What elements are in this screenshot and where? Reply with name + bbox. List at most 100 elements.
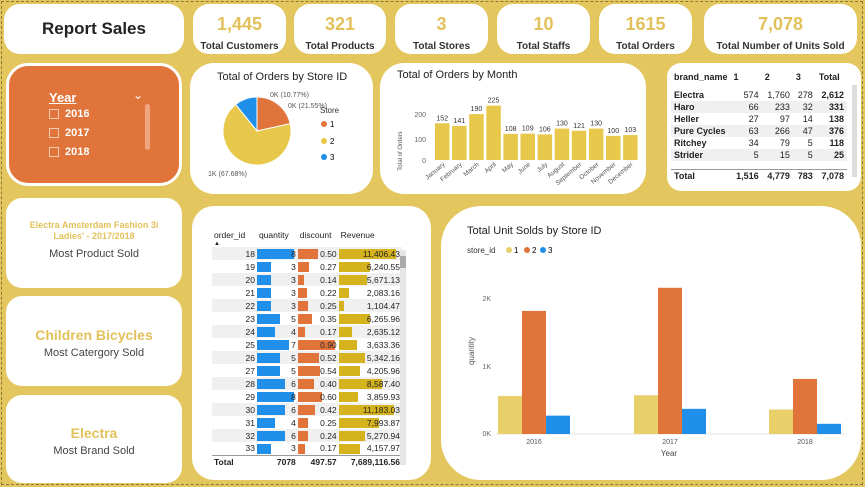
table-cell: 2,083.16 xyxy=(338,286,402,299)
column-header[interactable]: 2 xyxy=(762,71,793,83)
data-bar xyxy=(256,405,285,415)
table-row[interactable]: Strider 5 15 5 25 xyxy=(671,149,847,161)
bar[interactable] xyxy=(498,395,522,434)
brand-cell: Strider xyxy=(674,150,704,160)
cell-value: 3,859.93 xyxy=(366,391,400,402)
cell-value: 0.17 xyxy=(320,443,337,454)
bar[interactable] xyxy=(588,128,604,160)
table-row[interactable]: Ritchey 34 79 5 118 xyxy=(671,137,847,149)
bar[interactable] xyxy=(520,133,536,160)
column-header[interactable]: 1 xyxy=(731,71,762,83)
kpi-label: Total Staffs xyxy=(516,41,571,52)
bar[interactable] xyxy=(486,105,501,160)
table-row[interactable]: 23 5 0.35 6,265.96 xyxy=(212,312,402,325)
table-cell: 33 xyxy=(212,442,257,455)
brand-cell: Ritchey xyxy=(674,138,707,148)
most-brand-label: Most Brand Sold xyxy=(53,445,135,457)
x-tick: 2017 xyxy=(662,439,678,446)
table-row[interactable]: Pure Cycles 63 266 47 376 xyxy=(671,125,847,137)
table-cell: 3 xyxy=(256,260,298,273)
table-cell: 5,270.94 xyxy=(338,429,402,442)
bar[interactable] xyxy=(503,133,518,160)
scrollbar[interactable] xyxy=(400,250,406,465)
bar[interactable] xyxy=(554,128,570,160)
column-header[interactable]: brand_name xyxy=(671,71,731,83)
bar[interactable] xyxy=(452,125,467,160)
table-row[interactable]: 28 6 0.40 8,587.40 xyxy=(212,377,402,390)
scrollbar[interactable] xyxy=(852,85,857,177)
cell-value: 8,587.40 xyxy=(366,378,400,389)
data-bar xyxy=(256,301,271,311)
data-bar xyxy=(297,314,313,324)
table-row[interactable]: Haro 66 233 32 331 xyxy=(671,101,847,113)
table-cell: 63 xyxy=(748,126,759,136)
bar[interactable] xyxy=(546,415,570,434)
checkbox[interactable] xyxy=(49,109,59,119)
table-cell: 138 xyxy=(828,114,844,124)
cell-value: 0.25 xyxy=(320,300,337,311)
cell-value: 32 xyxy=(245,430,255,441)
data-bar xyxy=(297,444,305,454)
slicer-item-2016[interactable]: 2016 xyxy=(49,108,89,120)
table-row[interactable]: 24 4 0.17 2,635.12 xyxy=(212,325,402,338)
column-header[interactable]: Total xyxy=(816,71,847,83)
table-row[interactable]: 19 3 0.27 6,240.55 xyxy=(212,260,402,273)
table-row[interactable]: 20 3 0.14 5,671.13 xyxy=(212,273,402,286)
table-cell: 0.27 xyxy=(297,260,339,273)
bar[interactable] xyxy=(435,123,450,160)
column-header[interactable]: quantity xyxy=(257,228,298,241)
bar[interactable] xyxy=(658,287,682,434)
column-header[interactable]: order_id xyxy=(212,228,257,241)
column-header[interactable]: Revenue xyxy=(339,228,402,241)
order-table: order_id quantity discount Revenue ▲ 18 8… xyxy=(212,228,402,467)
scrollbar-thumb[interactable] xyxy=(400,256,406,268)
cell-value: 5,342.16 xyxy=(366,352,400,363)
chevron-down-icon[interactable]: ⌄ xyxy=(133,88,143,102)
table-row[interactable]: Electra 574 1,760 278 2,612 xyxy=(671,89,847,101)
table-cell: 5,671.13 xyxy=(338,273,402,286)
report-title-card: Report Sales xyxy=(4,4,184,54)
table-row[interactable]: Heller 27 97 14 138 xyxy=(671,113,847,125)
table-cell: 5 xyxy=(753,150,759,160)
table-row[interactable]: 21 3 0.22 2,083.16 xyxy=(212,286,402,299)
table-cell: 32 xyxy=(212,429,257,442)
data-bar xyxy=(297,249,319,259)
table-cell: 3,859.93 xyxy=(338,390,402,403)
table-row[interactable]: 25 7 0.90 3,633.36 xyxy=(212,338,402,351)
table-cell: 24 xyxy=(212,325,257,338)
bar[interactable] xyxy=(522,310,546,434)
bar[interactable] xyxy=(793,378,817,434)
bar[interactable] xyxy=(606,135,621,160)
cell-value: 5 xyxy=(291,365,296,376)
bar[interactable] xyxy=(571,130,587,160)
bar[interactable] xyxy=(634,395,658,434)
checkbox[interactable] xyxy=(49,147,59,157)
table-row[interactable]: 27 5 0.54 4,205.96 xyxy=(212,364,402,377)
table-row[interactable]: 30 6 0.42 11,183.03 xyxy=(212,403,402,416)
cell-value: 1,104.47 xyxy=(366,300,400,311)
table-row[interactable]: 33 3 0.17 4,157.97 xyxy=(212,442,402,455)
checkbox[interactable] xyxy=(49,128,59,138)
bar[interactable] xyxy=(817,423,841,434)
slicer-scrollbar[interactable] xyxy=(145,104,150,150)
bar[interactable] xyxy=(623,135,638,160)
data-bar xyxy=(338,340,358,350)
table-cell: 5 xyxy=(807,138,813,148)
bar[interactable] xyxy=(769,409,793,434)
bar[interactable] xyxy=(469,114,484,160)
cell-value: 6,240.55 xyxy=(366,261,400,272)
bar[interactable] xyxy=(682,408,706,434)
bar[interactable] xyxy=(537,134,553,160)
slicer-item-2017[interactable]: 2017 xyxy=(49,127,89,139)
slicer-item-2018[interactable]: 2018 xyxy=(49,146,89,158)
cell-value: 0.24 xyxy=(320,430,337,441)
table-row[interactable]: 26 5 0.52 5,342.16 xyxy=(212,351,402,364)
most-category-label: Most Catergory Sold xyxy=(43,347,145,359)
table-row[interactable]: 22 3 0.25 1,104.47 xyxy=(212,299,402,312)
column-header[interactable]: 3 xyxy=(793,71,816,83)
table-row[interactable]: 18 8 0.50 11,406.43 xyxy=(212,247,402,260)
table-row[interactable]: 32 6 0.24 5,270.94 xyxy=(212,429,402,442)
table-row[interactable]: 29 8 0.60 3,859.93 xyxy=(212,390,402,403)
table-row[interactable]: 31 4 0.25 7,993.87 xyxy=(212,416,402,429)
column-header[interactable]: discount xyxy=(298,228,339,241)
